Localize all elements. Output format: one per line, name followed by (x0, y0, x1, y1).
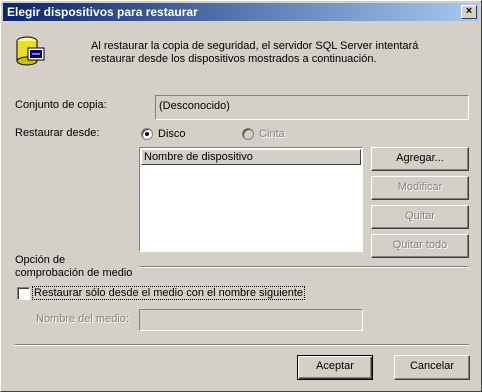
cancel-button-label: Cancelar (409, 360, 455, 372)
radio-disk-label[interactable]: Disco (158, 128, 186, 140)
remove-button[interactable]: Quitar (371, 205, 469, 229)
ok-button-label: Aceptar (316, 360, 354, 372)
bottom-separator (15, 344, 469, 346)
modify-button-label: Modificar (397, 181, 443, 193)
backup-set-value: (Desconocido) (159, 100, 230, 112)
radio-tape-label[interactable]: Cinta (259, 128, 285, 140)
remove-button-label: Quitar (405, 210, 435, 222)
remove-all-button[interactable]: Quitar todo (371, 234, 469, 258)
radio-tape[interactable] (242, 128, 254, 140)
restore-from-media-checkbox[interactable] (17, 287, 30, 300)
dialog-window: Elegir dispositivos para restaurar × Al … (0, 0, 482, 392)
remove-all-button-label: Quitar todo (392, 239, 448, 251)
media-check-group-label: Opción de comprobación de medio (15, 254, 133, 279)
backup-set-field: (Desconocido) (155, 95, 469, 120)
media-check-separator (139, 266, 469, 268)
restore-from-media-label[interactable]: Restaurar sólo desde el medio con el nom… (31, 286, 306, 300)
restore-from-label: Restaurar desde: (15, 127, 100, 139)
radio-disk[interactable] (141, 128, 153, 140)
title-bar[interactable]: Elegir dispositivos para restaurar × (3, 3, 479, 21)
database-icon (14, 35, 48, 67)
cancel-button[interactable]: Cancelar (394, 355, 470, 380)
device-list[interactable]: Nombre de dispositivo (139, 147, 363, 252)
intro-text: Al restaurar la copia de seguridad, el s… (91, 40, 419, 65)
close-button[interactable]: × (461, 5, 477, 19)
backup-set-label: Conjunto de copia: (15, 99, 107, 111)
add-button[interactable]: Agregar... (371, 147, 469, 171)
modify-button[interactable]: Modificar (371, 176, 469, 200)
media-name-label: Nombre del medio: (36, 313, 129, 325)
media-name-input[interactable] (139, 309, 363, 331)
add-button-label: Agregar... (396, 152, 444, 164)
ok-button[interactable]: Aceptar (297, 355, 373, 380)
close-icon: × (465, 5, 473, 17)
device-list-header[interactable]: Nombre de dispositivo (141, 149, 361, 165)
window-title: Elegir dispositivos para restaurar (7, 5, 198, 19)
device-name-column-header: Nombre de dispositivo (144, 151, 253, 163)
